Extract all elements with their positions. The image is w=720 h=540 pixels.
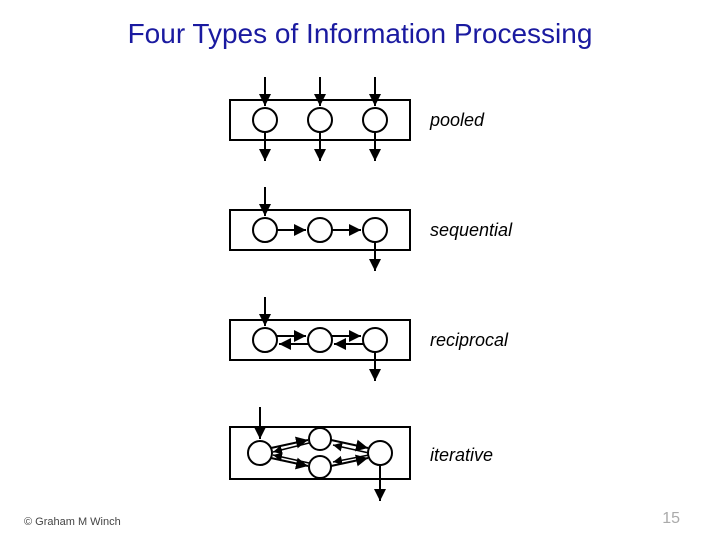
label-pooled: pooled <box>430 110 484 131</box>
label-reciprocal: reciprocal <box>430 330 508 351</box>
reciprocal-svg <box>225 295 415 385</box>
label-iterative: iterative <box>430 445 493 466</box>
diagram-reciprocal <box>225 295 415 385</box>
diagram-pooled <box>225 75 415 165</box>
page-number: 15 <box>662 510 680 528</box>
page-title: Four Types of Information Processing <box>0 18 720 50</box>
pooled-svg <box>225 75 415 165</box>
diagram-iterative <box>225 405 415 505</box>
label-sequential: sequential <box>430 220 512 241</box>
sequential-svg <box>225 185 415 275</box>
iterative-svg <box>225 405 415 505</box>
footer-credit: © Graham M Winch <box>24 516 121 528</box>
diagram-sequential <box>225 185 415 275</box>
